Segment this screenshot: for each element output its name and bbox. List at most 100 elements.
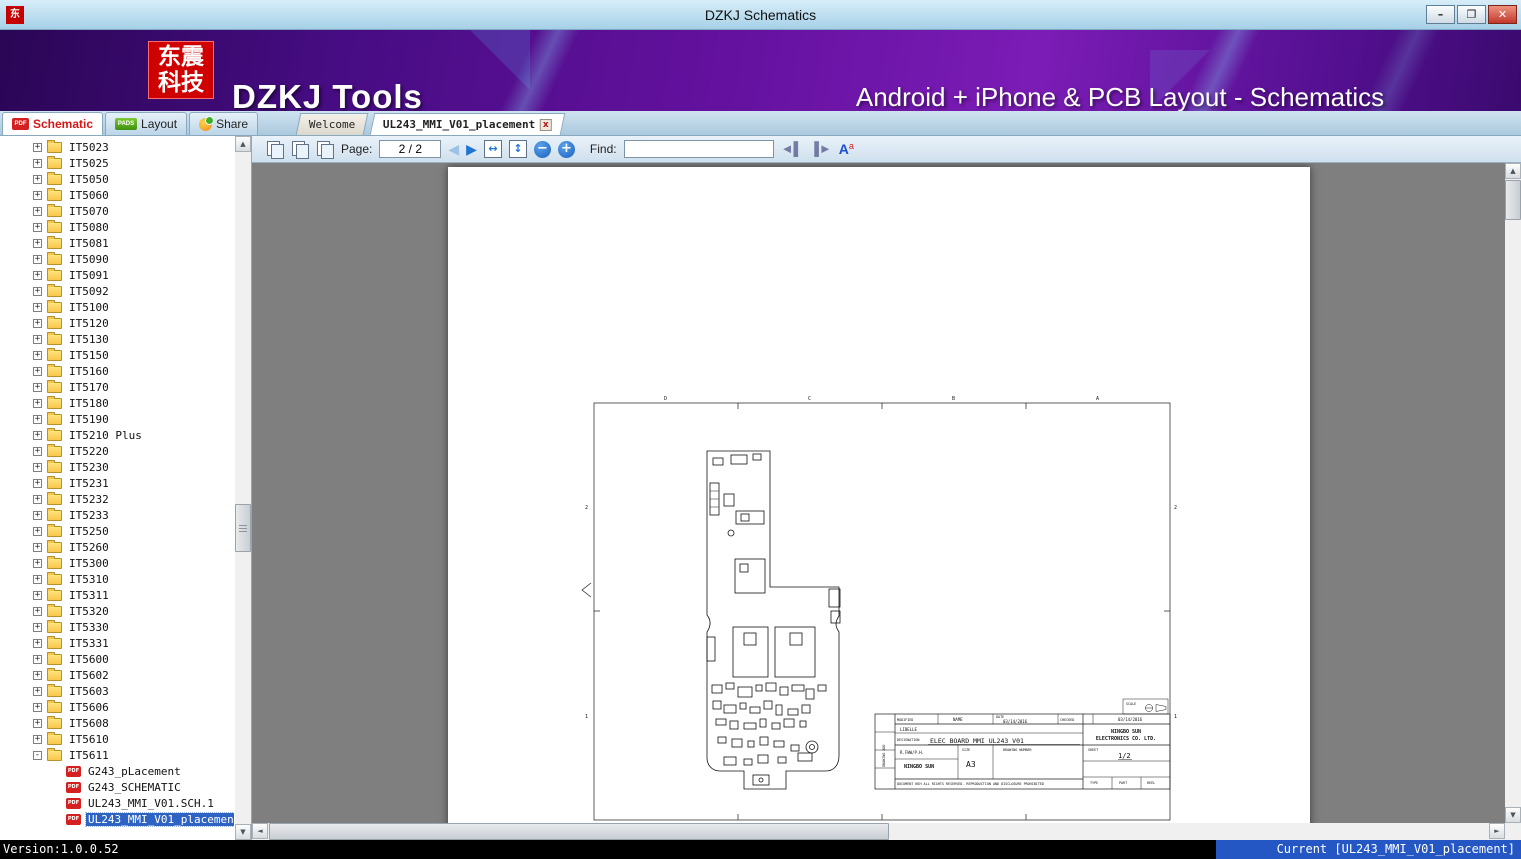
tree-item[interactable]: + PDF IT5610 <box>0 731 234 747</box>
tree-item[interactable]: + PDF IT5170 <box>0 379 234 395</box>
expand-icon[interactable]: + <box>33 654 42 664</box>
tree-item[interactable]: + PDF IT5025 <box>0 155 234 171</box>
font-size-icon[interactable]: Aa <box>839 141 854 157</box>
expand-icon[interactable]: + <box>33 446 42 456</box>
scroll-down-icon[interactable]: ▼ <box>1505 807 1521 823</box>
previous-page-icon[interactable]: ◀ <box>448 140 459 158</box>
tab-share[interactable]: Share <box>189 112 259 135</box>
tree-item[interactable]: + PDF IT5608 <box>0 715 234 731</box>
viewer-hscroll-thumb[interactable] <box>269 823 889 840</box>
expand-icon[interactable]: + <box>33 510 42 520</box>
tree-item[interactable]: + PDF IT5100 <box>0 299 234 315</box>
viewer-vertical-scrollbar[interactable]: ▲ ▼ <box>1505 163 1521 823</box>
viewer-horizontal-scrollbar[interactable]: ◄ ► <box>252 823 1505 840</box>
tree-item[interactable]: + PDF IT5232 <box>0 491 234 507</box>
expand-icon[interactable]: + <box>33 382 42 392</box>
tab-layout[interactable]: PADS Layout <box>105 112 188 135</box>
expand-icon[interactable]: + <box>33 574 42 584</box>
close-tab-icon[interactable]: x <box>540 118 553 131</box>
expand-icon[interactable]: + <box>33 270 42 280</box>
expand-icon[interactable]: + <box>33 222 42 232</box>
tree-item[interactable]: + PDF IT5081 <box>0 235 234 251</box>
expand-icon[interactable]: + <box>33 590 42 600</box>
tree-item[interactable]: + PDF IT5080 <box>0 219 234 235</box>
tab-schematic[interactable]: PDF Schematic <box>2 112 104 135</box>
expand-icon[interactable]: + <box>33 190 42 200</box>
find-next-icon[interactable]: ▐► <box>810 140 832 158</box>
tree-item[interactable]: PDF G243_pLacement <box>0 763 234 779</box>
minimize-button[interactable]: – <box>1426 5 1455 24</box>
expand-icon[interactable]: + <box>33 622 42 632</box>
expand-icon[interactable]: + <box>33 462 42 472</box>
expand-icon[interactable]: + <box>33 366 42 376</box>
tree-item[interactable]: + PDF IT5092 <box>0 283 234 299</box>
tree-item[interactable]: + PDF IT5210 Plus <box>0 427 234 443</box>
tree-scrollbar-thumb[interactable] <box>235 504 251 552</box>
tree-item[interactable]: + PDF IT5150 <box>0 347 234 363</box>
snapshot-icon[interactable] <box>291 140 309 159</box>
tree-item[interactable]: + PDF IT5331 <box>0 635 234 651</box>
expand-icon[interactable]: + <box>33 542 42 552</box>
tree-item[interactable]: + PDF IT5091 <box>0 267 234 283</box>
tree-item[interactable]: PDF UL243_MMI_V01.SCH.1 <box>0 795 234 811</box>
expand-icon[interactable]: + <box>33 718 42 728</box>
tree-item[interactable]: + PDF IT5260 <box>0 539 234 555</box>
doc-tab-welcome[interactable]: Welcome <box>295 113 369 135</box>
tree-item[interactable]: + PDF IT5310 <box>0 571 234 587</box>
scroll-up-icon[interactable]: ▲ <box>1505 163 1521 179</box>
tree-item[interactable]: + PDF IT5300 <box>0 555 234 571</box>
expand-icon[interactable]: - <box>33 750 42 760</box>
find-previous-icon[interactable]: ◄▌ <box>781 140 803 158</box>
expand-icon[interactable]: + <box>33 494 42 504</box>
viewer-vscroll-thumb[interactable] <box>1505 180 1521 220</box>
expand-icon[interactable]: + <box>33 318 42 328</box>
fit-page-icon[interactable]: ↕ <box>508 140 527 158</box>
tree-item[interactable]: + PDF IT5233 <box>0 507 234 523</box>
expand-icon[interactable]: + <box>33 350 42 360</box>
expand-icon[interactable]: + <box>33 414 42 424</box>
expand-icon[interactable]: + <box>33 734 42 744</box>
maximize-button[interactable]: ❐ <box>1457 5 1486 24</box>
tree-item[interactable]: + PDF IT5190 <box>0 411 234 427</box>
expand-icon[interactable]: + <box>33 174 42 184</box>
multi-page-icon[interactable] <box>316 140 334 159</box>
zoom-in-icon[interactable]: + <box>557 140 575 158</box>
tree-item[interactable]: + PDF IT5311 <box>0 587 234 603</box>
tree-item[interactable]: + PDF IT5120 <box>0 315 234 331</box>
pdf-viewer-canvas[interactable]: D C B A 2 1 2 1 SCALE DRAWING ADD MODIFI… <box>252 163 1505 823</box>
expand-icon[interactable]: + <box>33 398 42 408</box>
scroll-right-icon[interactable]: ► <box>1489 823 1505 839</box>
scroll-up-icon[interactable]: ▲ <box>235 136 251 152</box>
copy-page-icon[interactable] <box>266 140 284 159</box>
tree-item[interactable]: + PDF IT5600 <box>0 651 234 667</box>
expand-icon[interactable]: + <box>33 334 42 344</box>
expand-icon[interactable]: + <box>33 478 42 488</box>
tree-item[interactable]: + PDF IT5250 <box>0 523 234 539</box>
expand-icon[interactable]: + <box>33 606 42 616</box>
tree-item[interactable]: + PDF IT5330 <box>0 619 234 635</box>
expand-icon[interactable]: + <box>33 670 42 680</box>
close-button[interactable]: ✕ <box>1488 5 1517 24</box>
expand-icon[interactable]: + <box>33 686 42 696</box>
zoom-out-icon[interactable]: − <box>533 140 551 158</box>
expand-icon[interactable]: + <box>33 142 42 152</box>
tree-item[interactable]: - PDF IT5611 <box>0 747 234 763</box>
tree-scrollbar[interactable]: ▲ ▼ <box>235 136 251 840</box>
tree-item[interactable]: + PDF IT5606 <box>0 699 234 715</box>
tree-item[interactable]: + PDF IT5320 <box>0 603 234 619</box>
tree-item[interactable]: + PDF IT5230 <box>0 459 234 475</box>
find-input[interactable] <box>623 140 774 158</box>
tree-item[interactable]: + PDF IT5060 <box>0 187 234 203</box>
tree-item[interactable]: + PDF IT5130 <box>0 331 234 347</box>
tree-item[interactable]: + PDF IT5231 <box>0 475 234 491</box>
page-number-input[interactable] <box>379 140 442 158</box>
expand-icon[interactable]: + <box>33 254 42 264</box>
expand-icon[interactable]: + <box>33 638 42 648</box>
expand-icon[interactable]: + <box>33 526 42 536</box>
expand-icon[interactable]: + <box>33 238 42 248</box>
fit-width-icon[interactable]: ↔ <box>483 140 502 158</box>
tree-item[interactable]: PDF G243_SCHEMATIC <box>0 779 234 795</box>
scroll-down-icon[interactable]: ▼ <box>235 824 251 840</box>
expand-icon[interactable]: + <box>33 286 42 296</box>
tree-item[interactable]: + PDF IT5050 <box>0 171 234 187</box>
